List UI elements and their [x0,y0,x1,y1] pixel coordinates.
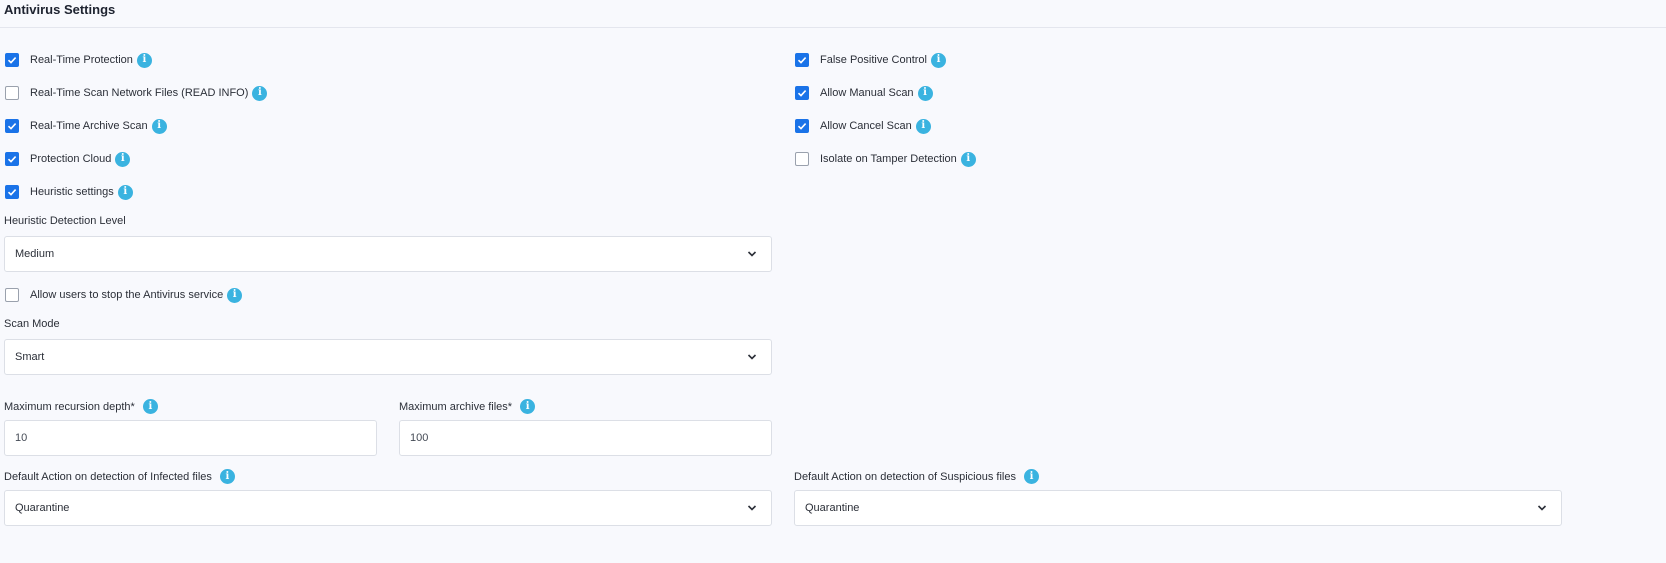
protection-cloud-option[interactable]: Protection Cloud i [5,150,131,168]
heuristic-settings-option[interactable]: Heuristic settings i [5,183,133,201]
chevron-down-icon [747,251,757,257]
infected-action-label: Default Action on detection of Infected … [4,469,235,484]
heuristic-detection-level-value: Medium [15,248,55,260]
chevron-down-icon [747,505,757,511]
scan-mode-select[interactable]: Smart [4,339,772,375]
info-icon[interactable]: i [117,184,133,200]
max-archive-files-value: 100 [410,432,429,444]
isolate-on-tamper-detection-checkbox[interactable] [795,152,809,166]
allow-cancel-scan-option[interactable]: Allow Cancel Scan i [795,117,931,135]
isolate-on-tamper-detection-label: Isolate on Tamper Detection [820,153,957,165]
info-icon[interactable]: i [960,151,976,167]
max-recursion-depth-label: Maximum recursion depth* i [4,399,158,414]
allow-stop-service-option[interactable]: Allow users to stop the Antivirus servic… [5,286,243,304]
info-icon[interactable]: i [219,469,235,484]
heuristic-detection-level-label: Heuristic Detection Level [4,215,126,227]
allow-stop-service-label: Allow users to stop the Antivirus servic… [30,289,224,301]
suspicious-action-label: Default Action on detection of Suspiciou… [794,469,1039,484]
infected-action-value: Quarantine [15,502,70,514]
chevron-down-icon [747,354,757,360]
info-icon[interactable]: i [142,399,158,414]
allow-manual-scan-option[interactable]: Allow Manual Scan i [795,84,933,102]
max-archive-files-input[interactable]: 100 [399,420,772,456]
info-icon[interactable]: i [915,118,931,134]
allow-manual-scan-label: Allow Manual Scan [820,87,914,99]
scan-mode-value: Smart [15,351,45,363]
allow-stop-service-checkbox[interactable] [5,288,19,302]
max-recursion-depth-input[interactable]: 10 [4,420,377,456]
protection-cloud-checkbox[interactable] [5,152,19,166]
info-icon[interactable]: i [227,287,243,303]
allow-cancel-scan-checkbox[interactable] [795,119,809,133]
suspicious-action-select[interactable]: Quarantine [794,490,1562,526]
real-time-protection-option[interactable]: Real-Time Protection i [5,51,152,69]
real-time-scan-network-files-label: Real-Time Scan Network Files (READ INFO) [30,87,249,99]
allow-cancel-scan-label: Allow Cancel Scan [820,120,912,132]
isolate-on-tamper-detection-option[interactable]: Isolate on Tamper Detection i [795,150,976,168]
info-icon[interactable]: i [931,52,946,68]
false-positive-control-checkbox[interactable] [795,53,809,67]
max-recursion-depth-value: 10 [15,432,28,444]
antivirus-settings-page: Antivirus Settings Real-Time Protection … [0,0,1666,563]
real-time-scan-network-files-option[interactable]: Real-Time Scan Network Files (READ INFO)… [5,84,268,102]
real-time-protection-checkbox[interactable] [5,53,19,67]
section-header: Antivirus Settings [0,0,1666,28]
info-icon[interactable]: i [136,52,152,68]
heuristic-detection-level-select[interactable]: Medium [4,236,772,272]
info-icon[interactable]: i [252,85,268,101]
info-icon[interactable]: i [151,118,167,134]
chevron-down-icon [1537,505,1547,511]
false-positive-control-option[interactable]: False Positive Control i [795,51,946,69]
info-icon[interactable]: i [917,85,933,101]
max-archive-files-label: Maximum archive files* i [399,399,536,414]
info-icon[interactable]: i [115,151,131,167]
false-positive-control-label: False Positive Control [820,54,927,66]
real-time-archive-scan-checkbox[interactable] [5,119,19,133]
info-icon[interactable]: i [1023,469,1039,484]
heuristic-settings-checkbox[interactable] [5,185,19,199]
heuristic-settings-label: Heuristic settings [30,186,114,198]
protection-cloud-label: Protection Cloud [30,153,112,165]
real-time-scan-network-files-checkbox[interactable] [5,86,19,100]
real-time-protection-label: Real-Time Protection [30,54,133,66]
real-time-archive-scan-option[interactable]: Real-Time Archive Scan i [5,117,167,135]
allow-manual-scan-checkbox[interactable] [795,86,809,100]
suspicious-action-value: Quarantine [805,502,860,514]
section-title: Antivirus Settings [4,2,116,17]
infected-action-select[interactable]: Quarantine [4,490,772,526]
scan-mode-label: Scan Mode [4,318,60,330]
info-icon[interactable]: i [520,399,536,414]
real-time-archive-scan-label: Real-Time Archive Scan [30,120,148,132]
